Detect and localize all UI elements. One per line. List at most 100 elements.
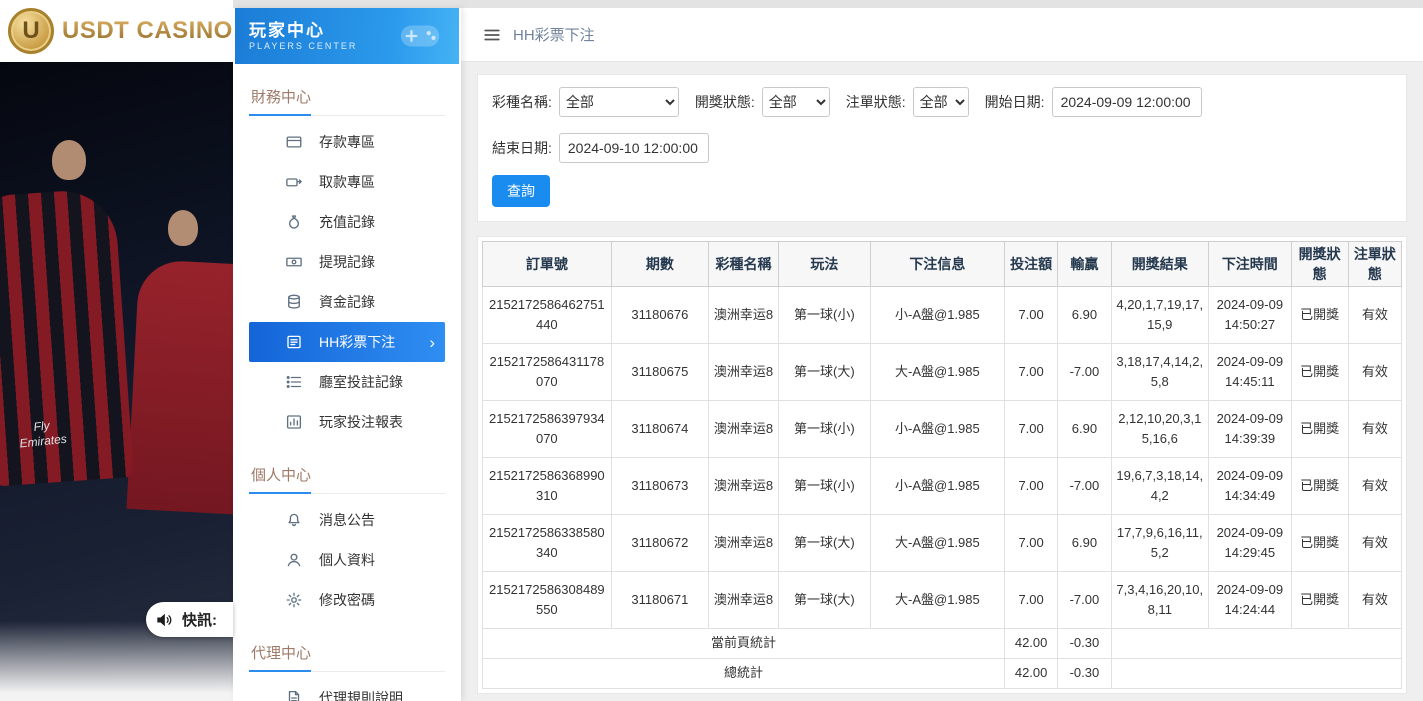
search-button[interactable]: 查詢 xyxy=(492,175,550,207)
report-icon xyxy=(285,413,303,431)
speaker-icon xyxy=(154,610,174,630)
menu-toggle-icon[interactable] xyxy=(483,26,501,44)
cell-lottery: 澳洲幸运8 xyxy=(709,344,779,401)
withdraw-icon xyxy=(285,173,303,191)
sidebar-item-withdraw[interactable]: 取款專區 xyxy=(249,162,445,202)
cell-draw_status: 已開獎 xyxy=(1291,572,1348,629)
column-header: 投注額 xyxy=(1004,242,1057,287)
sidebar-item-password[interactable]: 修改密碼 xyxy=(249,580,445,620)
top-strip xyxy=(233,0,1423,8)
cell-time: 2024-09-09 14:50:27 xyxy=(1208,287,1291,344)
cell-bet_info: 大-A盤@1.985 xyxy=(870,515,1004,572)
draw-status-select[interactable]: 全部 xyxy=(762,87,830,117)
column-header: 下注信息 xyxy=(870,242,1004,287)
cell-order: 2152172586462751440 xyxy=(483,287,612,344)
cell-play: 第一球(小) xyxy=(778,287,870,344)
bets-table: 訂單號期數彩種名稱玩法下注信息投注額輸贏開獎結果下注時間開獎狀態注單狀態 215… xyxy=(482,241,1402,689)
sidebar-section-title: 財務中心 xyxy=(249,82,445,116)
cashout-icon xyxy=(285,253,303,271)
start-date-label: 開始日期: xyxy=(985,92,1045,112)
order-status-select[interactable]: 全部 xyxy=(913,87,969,117)
cell-win_loss: 6.90 xyxy=(1058,401,1111,458)
lottery-icon xyxy=(285,333,303,351)
cell-period: 31180673 xyxy=(611,458,708,515)
filter-panel: 彩種名稱: 全部 開獎狀態: 全部 注單狀態: xyxy=(477,74,1407,222)
cell-amount: 7.00 xyxy=(1004,458,1057,515)
sidebar-subtitle: PLAYERS CENTER xyxy=(249,41,357,51)
photo-jersey-text: Fly Emirates xyxy=(17,417,67,452)
bets-table-body: 215217258646275144031180676澳洲幸运8第一球(小)小-… xyxy=(483,287,1402,689)
cell-period: 31180676 xyxy=(611,287,708,344)
cell-result: 17,7,9,6,16,11,5,2 xyxy=(1111,515,1208,572)
cell-period: 31180671 xyxy=(611,572,708,629)
sidebar-item-report[interactable]: 玩家投注報表 xyxy=(249,402,445,442)
cell-amount: 7.00 xyxy=(1004,401,1057,458)
cell-amount: 7.00 xyxy=(1004,344,1057,401)
sidebar-item-profile[interactable]: 個人資料 xyxy=(249,540,445,580)
cell-draw_status: 已開獎 xyxy=(1291,515,1348,572)
cell-win_loss: 6.90 xyxy=(1058,515,1111,572)
lottery-name-select[interactable]: 全部 xyxy=(559,87,679,117)
sidebar-item-room[interactable]: 廳室投註記錄 xyxy=(249,362,445,402)
photo-player-face xyxy=(168,210,198,246)
sidebar-item-agent-rules[interactable]: 代理規則說明 xyxy=(249,678,445,701)
sidebar-item-cashout[interactable]: 提現記錄 xyxy=(249,242,445,282)
doc-icon xyxy=(285,689,303,701)
summary-row: 當前頁統計42.00-0.30 xyxy=(483,629,1402,659)
cell-bet_info: 小-A盤@1.985 xyxy=(870,458,1004,515)
cell-lottery: 澳洲幸运8 xyxy=(709,401,779,458)
cell-order_status: 有效 xyxy=(1348,515,1401,572)
sidebar-item-label: 修改密碼 xyxy=(319,590,375,610)
sidebar-item-lottery[interactable]: HH彩票下注› xyxy=(249,322,445,362)
summary-bet-total: 42.00 xyxy=(1004,659,1057,689)
cell-play: 第一球(小) xyxy=(778,401,870,458)
cell-win_loss: 6.90 xyxy=(1058,287,1111,344)
sidebar-item-recharge[interactable]: 充值記錄 xyxy=(249,202,445,242)
sidebar-item-label: 充值記錄 xyxy=(319,212,375,232)
cell-order_status: 有效 xyxy=(1348,287,1401,344)
table-row: 215217258646275144031180676澳洲幸运8第一球(小)小-… xyxy=(483,287,1402,344)
cell-order: 2152172586368990310 xyxy=(483,458,612,515)
cell-time: 2024-09-09 14:24:44 xyxy=(1208,572,1291,629)
summary-bet-total: 42.00 xyxy=(1004,629,1057,659)
lottery-name-label: 彩種名稱: xyxy=(492,92,552,112)
brand-emblem-letter: U xyxy=(22,17,39,45)
table-row: 215217258639793407031180674澳洲幸运8第一球(小)小-… xyxy=(483,401,1402,458)
sidebar-item-funds[interactable]: 資金記錄 xyxy=(249,282,445,322)
sidebar-item-label: 存款專區 xyxy=(319,132,375,152)
column-header: 彩種名稱 xyxy=(709,242,779,287)
photo-player-face xyxy=(52,140,86,180)
sidebar-item-label: 代理規則說明 xyxy=(319,688,403,701)
cell-lottery: 澳洲幸运8 xyxy=(709,458,779,515)
cell-order: 2152172586308489550 xyxy=(483,572,612,629)
page-title: HH彩票下注 xyxy=(513,24,595,45)
column-header: 下注時間 xyxy=(1208,242,1291,287)
cell-play: 第一球(大) xyxy=(778,572,870,629)
bets-table-panel: 訂單號期數彩種名稱玩法下注信息投注額輸贏開獎結果下注時間開獎狀態注單狀態 215… xyxy=(477,236,1407,694)
sidebar-item-label: 資金記錄 xyxy=(319,292,375,312)
cell-time: 2024-09-09 14:34:49 xyxy=(1208,458,1291,515)
column-header: 訂單號 xyxy=(483,242,612,287)
brand-logo[interactable]: U USDT CASINO xyxy=(0,0,233,62)
photo-striped-jersey: Fly Emirates xyxy=(0,188,134,487)
table-row: 215217258643117807031180675澳洲幸运8第一球(大)大-… xyxy=(483,344,1402,401)
sidebar-header: 玩家中心 PLAYERS CENTER xyxy=(235,8,459,64)
bell-icon xyxy=(285,511,303,529)
brand-name: USDT CASINO xyxy=(62,17,233,45)
start-date-input[interactable] xyxy=(1052,87,1202,117)
sidebar-item-deposit[interactable]: 存款專區 xyxy=(249,122,445,162)
cell-lottery: 澳洲幸运8 xyxy=(709,572,779,629)
summary-empty xyxy=(1111,659,1401,689)
sidebar-menu: 財務中心存款專區取款專區充值記錄提現記錄資金記錄 HH彩票下注›廳室投註記錄玩家投… xyxy=(233,82,461,701)
cell-result: 7,3,4,16,20,10,8,11 xyxy=(1111,572,1208,629)
end-date-input[interactable] xyxy=(559,133,709,163)
cell-time: 2024-09-09 14:29:45 xyxy=(1208,515,1291,572)
end-date-label: 結束日期: xyxy=(492,138,552,158)
main-header: HH彩票下注 xyxy=(461,8,1423,62)
column-header: 開獎結果 xyxy=(1111,242,1208,287)
sidebar: 玩家中心 PLAYERS CENTER 財務中心存款專區取款專區充值記錄提現記錄… xyxy=(233,8,461,701)
sidebar-item-news[interactable]: 消息公告 xyxy=(249,500,445,540)
cell-play: 第一球(大) xyxy=(778,515,870,572)
summary-label: 當前頁統計 xyxy=(483,629,1005,659)
column-header: 玩法 xyxy=(778,242,870,287)
